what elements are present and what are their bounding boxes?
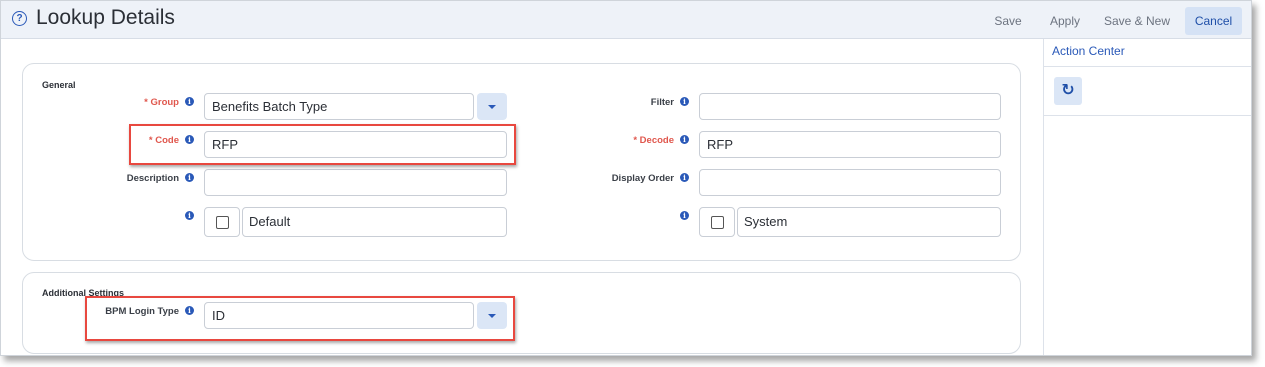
system-checkbox[interactable] [711, 216, 724, 229]
decode-info-icon[interactable]: i [680, 135, 689, 144]
action-center-title: Action Center [1052, 44, 1125, 58]
code-highlight-box [129, 124, 516, 165]
description-label: Description [126, 173, 179, 184]
refresh-icon[interactable]: ↻ [1054, 77, 1082, 105]
filter-label: Filter [650, 97, 674, 108]
cancel-button[interactable]: Cancel [1185, 7, 1242, 35]
default-checkbox-wrap[interactable] [204, 207, 240, 237]
system-checkbox-label: System [737, 207, 1001, 237]
group-label: * Group [144, 97, 179, 108]
group-info-icon[interactable]: i [185, 97, 194, 106]
lookup-details-window: ? Lookup Details Save Apply Save & New C… [0, 0, 1252, 356]
chevron-down-icon [488, 105, 496, 109]
display-order-info-icon[interactable]: i [680, 173, 689, 182]
group-dropdown-button[interactable] [477, 93, 507, 120]
description-info-icon[interactable]: i [185, 173, 194, 182]
decode-label: * Decode [633, 135, 674, 146]
apply-button[interactable]: Apply [1041, 7, 1089, 35]
display-order-input[interactable] [699, 169, 1001, 196]
action-center-toolbar: ↻ [1044, 67, 1251, 116]
default-checkbox[interactable] [216, 216, 229, 229]
section-title-general: General [42, 80, 76, 90]
help-icon[interactable]: ? [12, 11, 27, 26]
default-info-icon[interactable]: i [185, 211, 194, 220]
filter-info-icon[interactable]: i [680, 97, 689, 106]
decode-input[interactable]: RFP [699, 131, 1001, 158]
group-select[interactable]: Benefits Batch Type [204, 93, 474, 120]
action-center-panel: Action Center ↻ [1043, 39, 1251, 355]
system-info-icon[interactable]: i [680, 211, 689, 220]
filter-input[interactable] [699, 93, 1001, 120]
main-content: General * Group i Benefits Batch Type * … [1, 39, 1043, 355]
page-title: Lookup Details [36, 6, 175, 29]
default-checkbox-label: Default [242, 207, 507, 237]
save-and-new-button[interactable]: Save & New [1098, 7, 1176, 35]
bpm-login-type-highlight-box [85, 296, 515, 341]
system-checkbox-wrap[interactable] [699, 207, 735, 237]
save-button[interactable]: Save [984, 7, 1032, 35]
description-input[interactable] [204, 169, 507, 196]
header-bar: ? Lookup Details Save Apply Save & New C… [1, 1, 1251, 39]
display-order-label: Display Order [611, 173, 674, 184]
